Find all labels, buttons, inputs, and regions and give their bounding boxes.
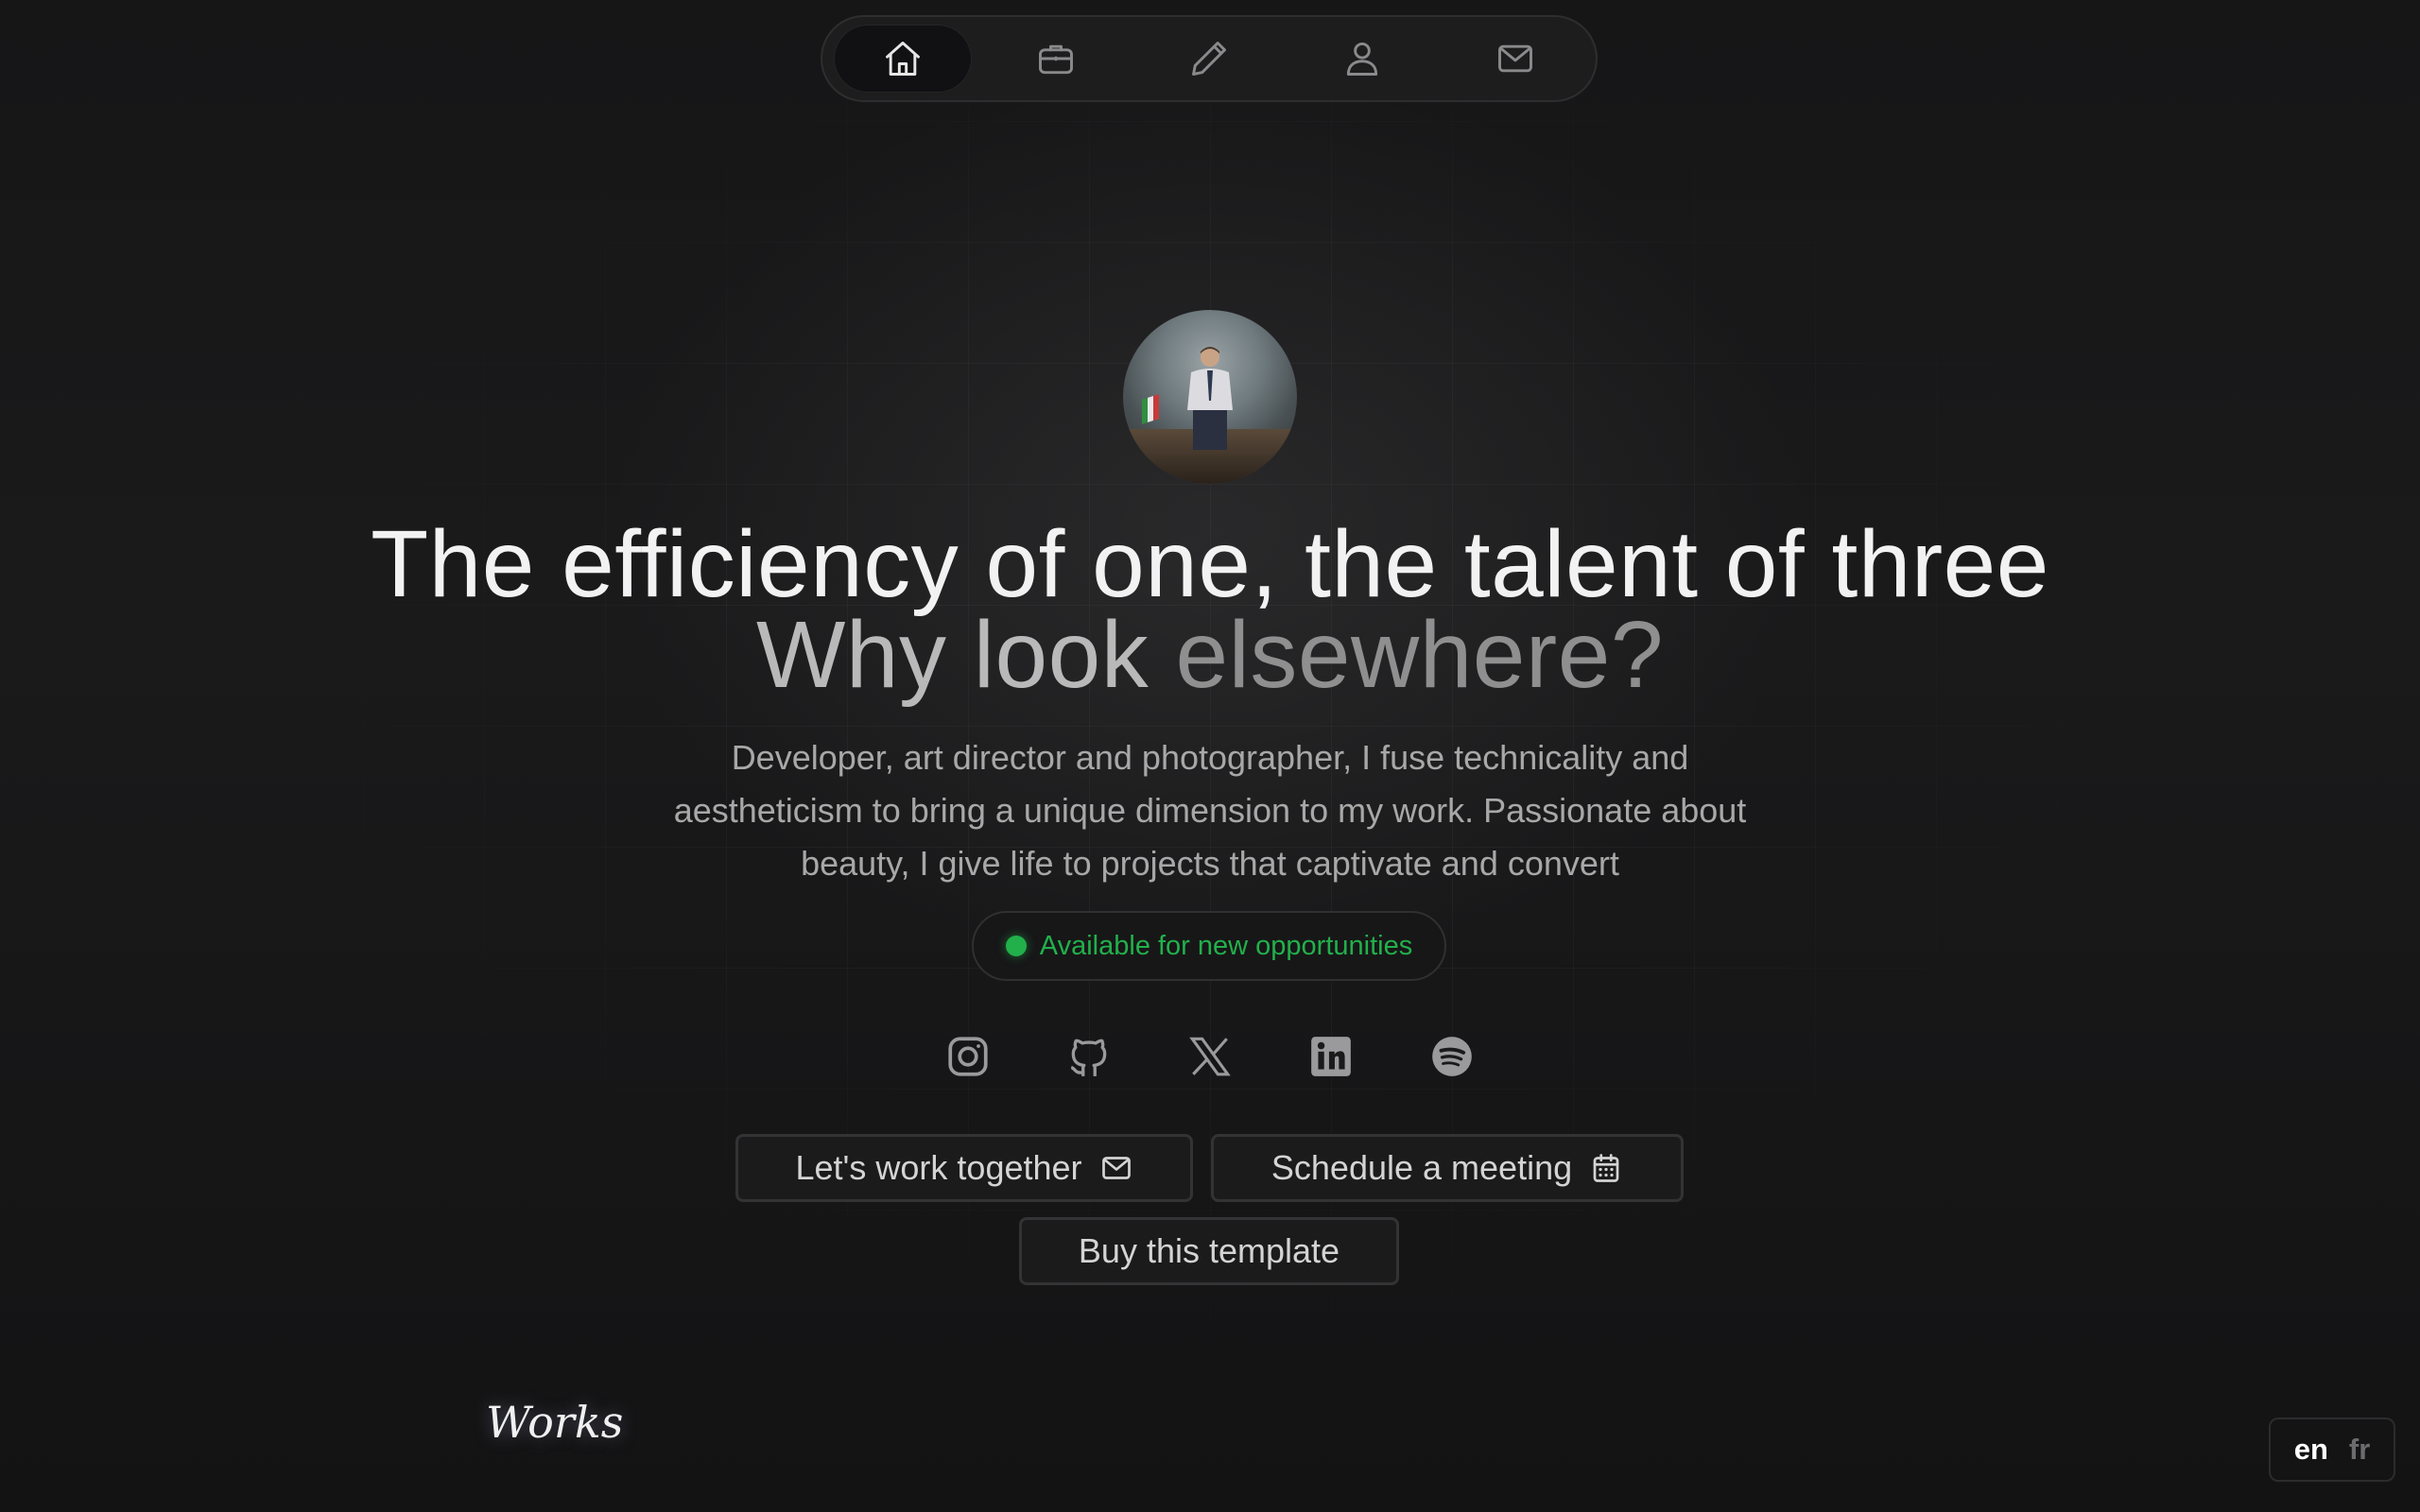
briefcase-icon — [1039, 44, 1073, 75]
hero-subheadline: Why look elsewhere? — [0, 601, 2420, 710]
social-x[interactable] — [1186, 1030, 1234, 1083]
buy-template-label: Buy this template — [1078, 1231, 1340, 1270]
work-together-button[interactable]: Let's work together — [735, 1134, 1193, 1202]
linkedin-icon — [1311, 1037, 1351, 1076]
spotify-icon — [1432, 1037, 1472, 1076]
mail-icon — [1498, 44, 1532, 73]
social-github[interactable] — [1065, 1030, 1113, 1083]
calendar-icon — [1593, 1154, 1619, 1182]
top-nav — [821, 15, 1598, 102]
hero-description: Developer, art director and photographer… — [673, 738, 1747, 883]
status-dot-icon — [1005, 936, 1027, 956]
buy-template-button[interactable]: Buy this template — [1019, 1217, 1399, 1285]
nav-blog[interactable] — [1140, 25, 1278, 93]
social-linkedin[interactable] — [1307, 1030, 1355, 1083]
mail-icon — [1101, 1157, 1131, 1179]
language-switcher: en fr — [2269, 1418, 2395, 1482]
github-icon — [1070, 1039, 1107, 1076]
hero-subheadline-part2: elsewhere? — [1175, 602, 1664, 708]
home-icon — [886, 42, 920, 76]
social-spotify[interactable] — [1428, 1030, 1476, 1083]
nav-about[interactable] — [1293, 25, 1431, 93]
nav-works[interactable] — [987, 25, 1125, 93]
avatar-photo-flag — [1142, 394, 1159, 424]
pencil-icon — [1192, 42, 1226, 76]
avatar-photo-person — [1187, 347, 1233, 450]
nav-home[interactable] — [834, 25, 972, 93]
nav-contact[interactable] — [1446, 25, 1584, 93]
x-twitter-icon — [1189, 1037, 1231, 1076]
schedule-meeting-button[interactable]: Schedule a meeting — [1211, 1134, 1684, 1202]
hero-subheadline-part1: Why look — [756, 602, 1176, 708]
status-text: Available for new opportunities — [1039, 930, 1413, 961]
social-instagram[interactable] — [944, 1030, 992, 1083]
work-together-label: Let's work together — [795, 1148, 1082, 1187]
social-links — [0, 1030, 2420, 1083]
status-badge: Available for new opportunities — [972, 911, 1446, 981]
user-icon — [1346, 42, 1378, 76]
avatar — [1123, 310, 1297, 484]
lang-en-option[interactable]: en — [2294, 1433, 2328, 1467]
works-section-title: Works — [486, 1397, 624, 1448]
lang-fr-option[interactable]: fr — [2349, 1433, 2370, 1467]
instagram-icon — [948, 1037, 988, 1076]
schedule-meeting-label: Schedule a meeting — [1270, 1148, 1573, 1187]
